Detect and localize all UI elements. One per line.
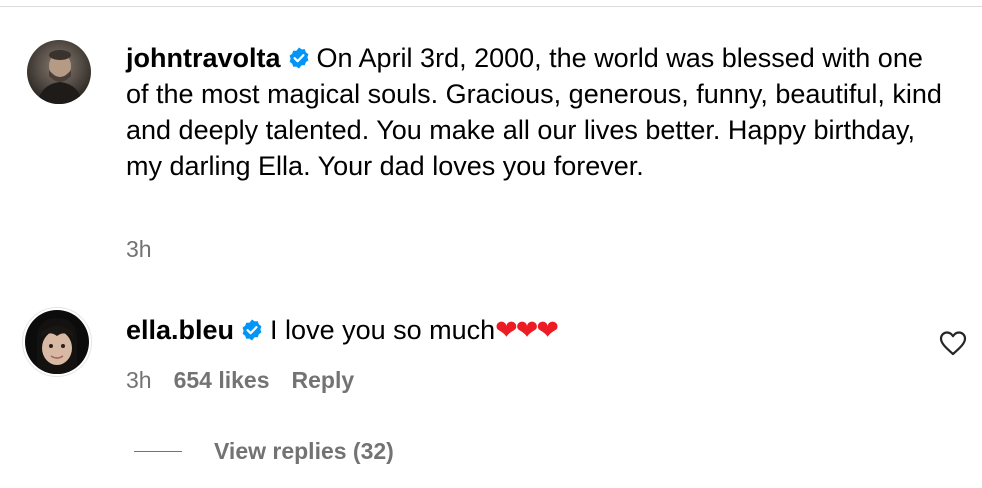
comment-body: johntravolta On April 3rd, 2000, the wor… (126, 40, 946, 184)
comment-meta: 3h (126, 236, 174, 263)
username-link[interactable]: ella.bleu (126, 315, 234, 345)
comment-time[interactable]: 3h (126, 236, 152, 262)
username-link[interactable]: johntravolta (126, 43, 281, 73)
avatar-image (27, 40, 91, 104)
verified-badge-icon (289, 47, 308, 69)
comment-body: ella.bleu I love you so much❤❤❤ (126, 312, 886, 348)
top-divider (0, 6, 982, 7)
avatar-image (25, 310, 89, 374)
comment-time[interactable]: 3h (126, 367, 152, 393)
view-replies-label: View replies (32) (214, 437, 394, 464)
avatar-johntravolta[interactable] (27, 40, 91, 104)
verified-badge-icon (242, 319, 262, 341)
likes-count[interactable]: 654 likes (174, 367, 270, 393)
heart-emoji: ❤❤❤ (495, 315, 559, 345)
comment-meta: 3h 654 likes Reply (126, 367, 376, 394)
avatar-ella-bleu[interactable] (25, 310, 89, 374)
replies-divider-line (134, 450, 182, 452)
reply-button[interactable]: Reply (292, 367, 355, 393)
comment-text: I love you so much (270, 315, 496, 345)
heart-outline-icon[interactable] (939, 330, 967, 356)
view-replies-button[interactable]: View replies (32) (134, 436, 394, 466)
